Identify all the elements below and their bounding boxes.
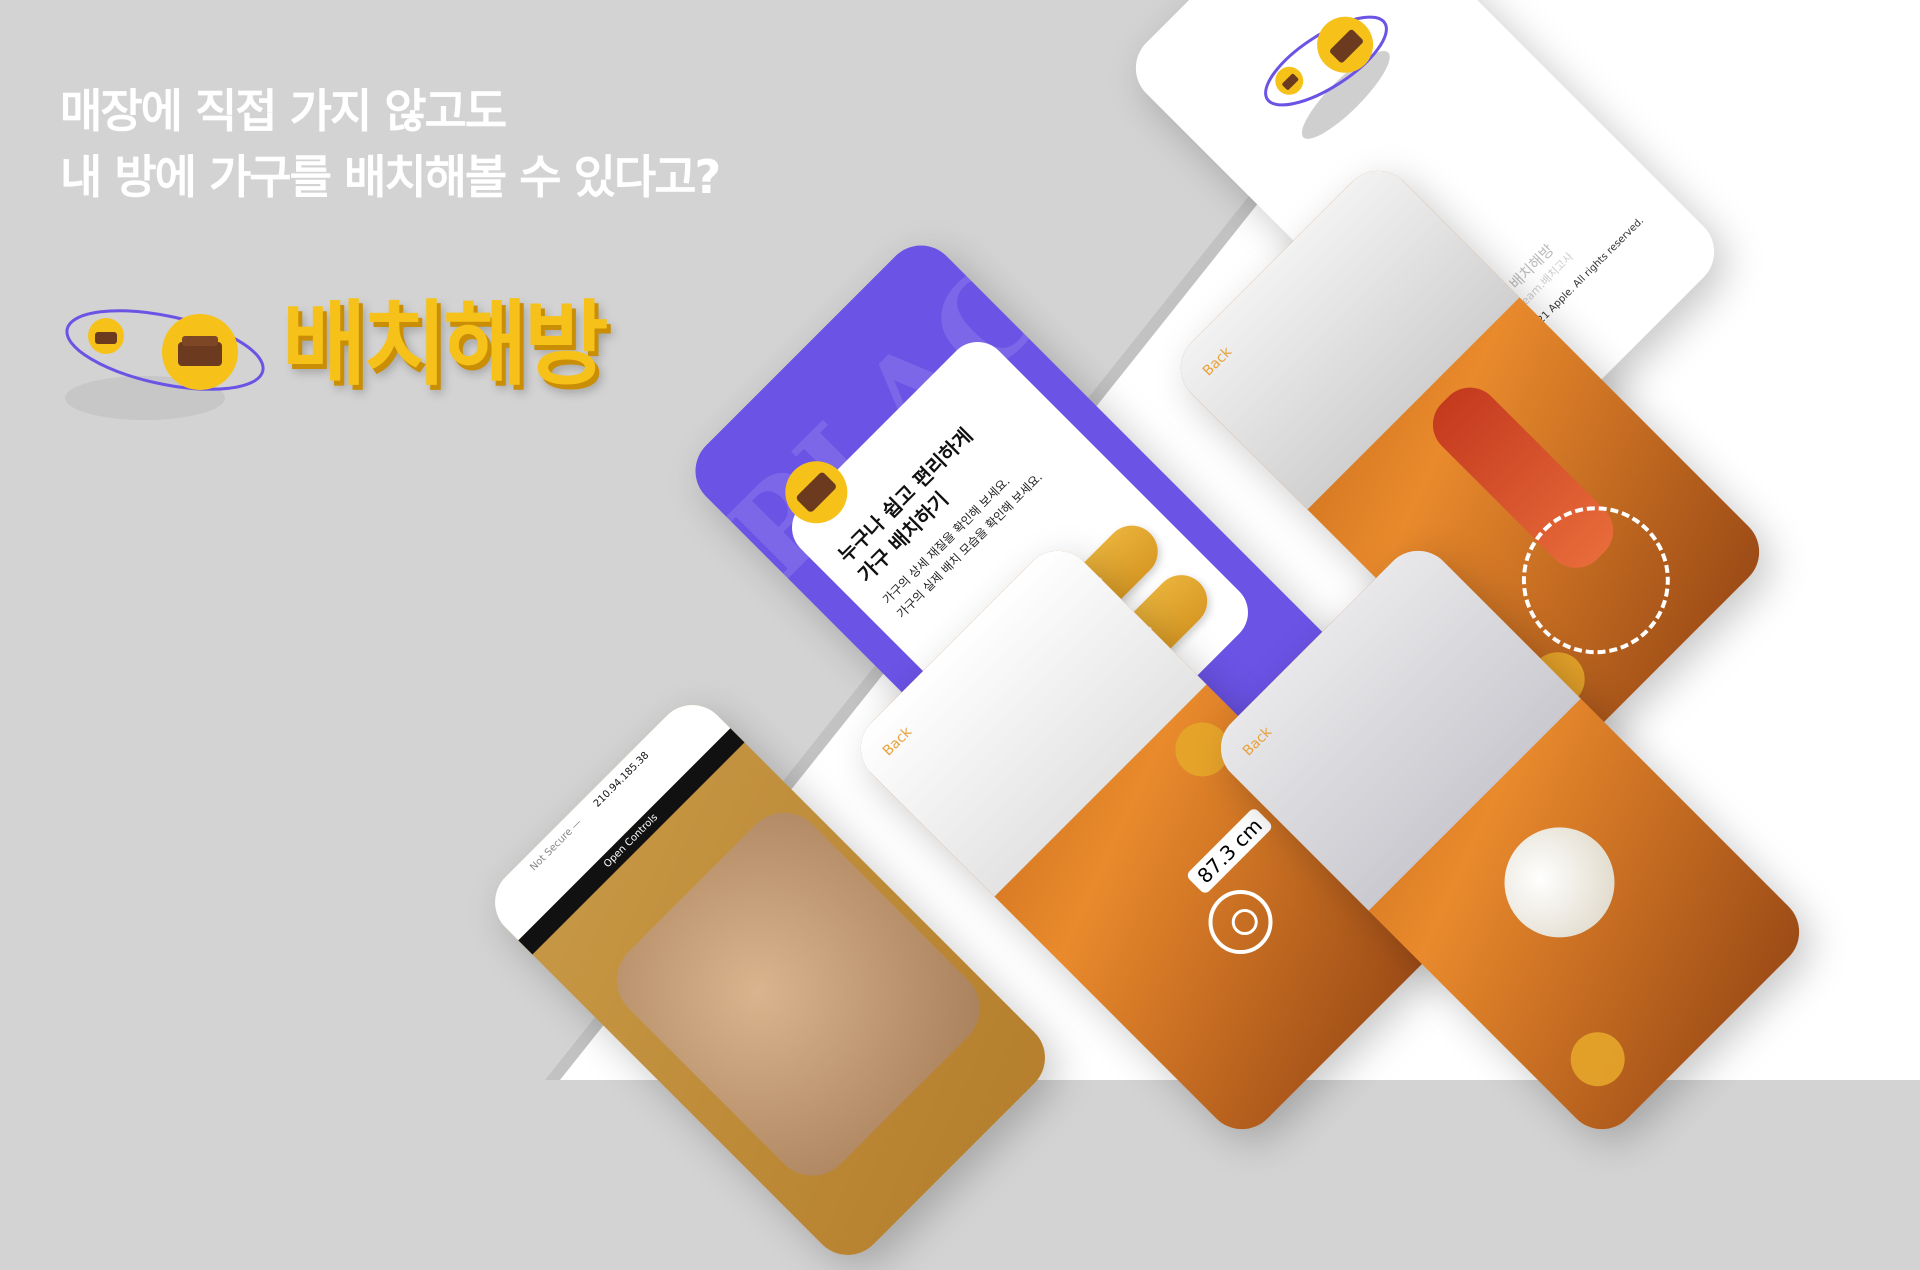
distance-label: 87.3 cm <box>1185 806 1275 896</box>
share-icon[interactable] <box>1559 1021 1636 1098</box>
brand: 배치해방 <box>60 290 680 430</box>
brand-name: 배치해방 <box>282 291 609 398</box>
ip-address: 210.94.185.38 <box>591 750 652 810</box>
headline-line-1: 매장에 직접 가지 않고도 <box>60 84 507 138</box>
headline: 매장에 직접 가지 않고도 내 방에 가구를 배치해볼 수 있다고? <box>60 78 721 210</box>
headline-line-2: 내 방에 가구를 배치해볼 수 있다고? <box>60 150 721 204</box>
not-secure-label: Not Secure — <box>528 817 585 874</box>
kettle-model <box>1481 804 1638 961</box>
sofa-orbit-logo-icon <box>65 309 265 420</box>
splash-logo-icon <box>1264 15 1390 139</box>
